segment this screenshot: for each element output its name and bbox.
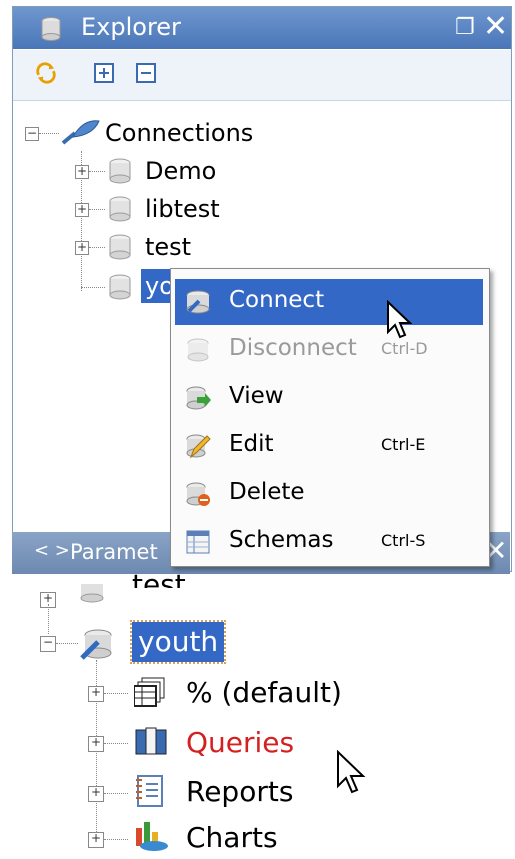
connections-icon [59,117,103,153]
expand-toggle[interactable]: + [88,832,104,848]
close-icon[interactable]: ✕ [483,9,508,44]
expand-toggle[interactable]: + [75,203,89,217]
menu-item-disconnect[interactable]: Disconnect Ctrl-D [175,327,483,373]
delete-icon [185,481,211,507]
menu-item-view[interactable]: View [175,375,483,421]
menu-item-label: View [229,383,284,409]
reports-icon [134,774,166,815]
menu-item-shortcut: Ctrl-E [381,435,426,454]
menu-item-schemas[interactable]: Schemas Ctrl-S [175,519,483,565]
menu-item-connect[interactable]: Connect [175,279,483,325]
edit-icon [185,433,211,459]
tree-node-connections[interactable]: Connections [105,116,253,150]
collapse-toggle[interactable]: − [40,636,56,652]
database-icon [109,234,131,266]
tree-node-charts[interactable]: Charts [186,818,278,858]
schemas-icon [185,529,211,555]
menu-item-label: Schemas [229,527,334,553]
context-menu: Connect Disconnect Ctrl-D View Edit Ctrl… [170,268,490,567]
menu-item-label: Disconnect [229,335,357,361]
tree-node-test[interactable]: test [132,560,186,588]
connect-icon [185,289,211,315]
tree-node-test[interactable]: test [145,230,191,264]
tree-node-demo[interactable]: Demo [145,154,216,188]
connect-icon [80,628,114,667]
expand-toggle[interactable]: + [75,165,89,179]
database-icon [109,196,131,228]
tree-node-reports[interactable]: Reports [186,772,293,812]
queries-icon [134,726,170,765]
menu-item-shortcut: Ctrl-S [381,531,426,550]
menu-item-label: Connect [229,287,325,313]
tree-node-queries[interactable]: Queries [186,723,294,763]
expand-toggle[interactable]: + [88,686,104,702]
database-icon [109,158,131,190]
menu-item-label: Delete [229,479,305,505]
restore-icon[interactable]: ❐ [455,15,475,40]
charts-icon [134,820,170,859]
mouse-cursor-icon [386,299,413,344]
tree-node-youth[interactable]: youth [129,620,227,664]
database-icon [80,578,104,611]
view-icon [185,385,211,411]
tree-node-libtest[interactable]: libtest [145,192,220,226]
expand-toggle[interactable]: + [88,736,104,752]
expand-all-icon[interactable] [93,62,115,84]
collapse-all-icon[interactable] [135,62,157,84]
expand-toggle[interactable]: + [75,241,89,255]
database-icon [41,17,61,45]
menu-item-edit[interactable]: Edit Ctrl-E [175,423,483,469]
mouse-cursor-icon [336,749,366,803]
expand-toggle[interactable]: + [88,786,104,802]
database-icon [109,274,131,306]
menu-item-label: Edit [229,431,274,457]
explorer-screenshot: Explorer ❐ ✕ − Connections + Demo + libt… [0,0,515,574]
tree-node-default-schema[interactable]: % (default) [186,673,342,713]
refresh-icon[interactable] [35,62,57,84]
explorer-titlebar[interactable]: Explorer ❐ ✕ [13,7,511,49]
expanded-tree-screenshot: + test − youth + % (default) + Queries +… [0,568,515,858]
disconnect-icon [185,337,211,363]
explorer-title: Explorer [81,13,181,41]
collapse-toggle[interactable]: − [25,127,39,141]
schema-icon [133,676,166,715]
code-icon: < > [34,540,70,561]
menu-item-delete[interactable]: Delete [175,471,483,517]
explorer-toolbar [13,50,511,101]
